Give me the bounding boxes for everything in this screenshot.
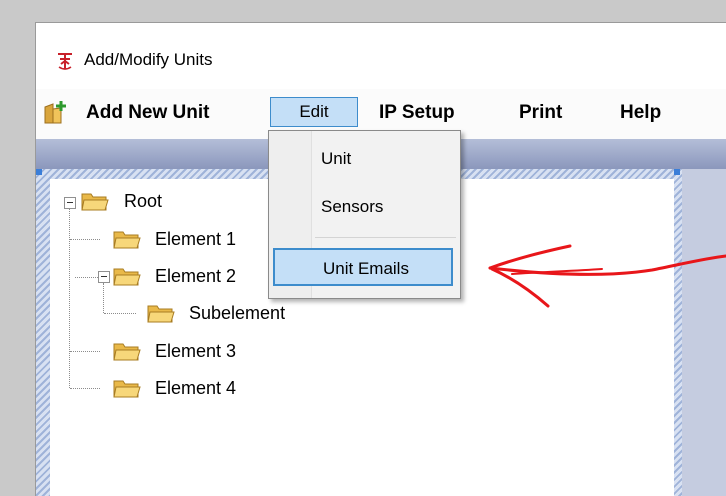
menu-add-new-unit[interactable]: Add New Unit bbox=[86, 101, 210, 125]
folder-icon bbox=[113, 268, 141, 286]
menu-item-unit[interactable]: Unit bbox=[321, 149, 351, 169]
menu-help[interactable]: Help bbox=[620, 101, 661, 125]
resize-handle[interactable] bbox=[674, 169, 680, 175]
edit-dropdown-menu: Unit Sensors Unit Emails bbox=[268, 130, 461, 299]
menu-print[interactable]: Print bbox=[519, 101, 562, 125]
add-unit-icon[interactable] bbox=[42, 99, 68, 125]
annotation-arrow-icon bbox=[488, 244, 726, 308]
app-logo-icon bbox=[58, 53, 72, 70]
folder-icon bbox=[113, 380, 141, 398]
tree-node-element-4[interactable]: Element 4 bbox=[155, 378, 236, 399]
menu-ip-setup[interactable]: IP Setup bbox=[379, 101, 455, 125]
tree-line bbox=[69, 202, 70, 388]
element-2-collapse-toggle[interactable] bbox=[98, 271, 110, 283]
folder-icon bbox=[113, 343, 141, 361]
window-title: Add/Modify Units bbox=[84, 50, 213, 69]
tree-line bbox=[103, 283, 104, 313]
folder-icon bbox=[113, 231, 141, 249]
tree-node-subelement[interactable]: Subelement bbox=[189, 303, 285, 324]
resize-handle[interactable] bbox=[36, 169, 42, 175]
folder-icon bbox=[147, 305, 175, 323]
tree-node-element-2[interactable]: Element 2 bbox=[155, 266, 236, 287]
tree-line bbox=[70, 388, 100, 389]
menu-item-sensors[interactable]: Sensors bbox=[321, 197, 383, 217]
menu-separator bbox=[315, 237, 456, 238]
tree-line bbox=[70, 239, 100, 240]
menu-item-unit-emails[interactable]: Unit Emails bbox=[273, 248, 453, 286]
tree-line bbox=[75, 277, 100, 278]
tree-line bbox=[70, 351, 100, 352]
root-collapse-toggle[interactable] bbox=[64, 197, 76, 209]
tree-node-root[interactable]: Root bbox=[124, 191, 162, 212]
tree-node-element-1[interactable]: Element 1 bbox=[155, 229, 236, 250]
menu-edit[interactable]: Edit bbox=[270, 97, 358, 127]
menu-item-unit-emails-label: Unit Emails bbox=[323, 259, 409, 278]
title-bar: Add/Modify Units bbox=[36, 23, 726, 89]
tree-line bbox=[104, 313, 136, 314]
folder-icon bbox=[81, 193, 109, 211]
tree-node-element-3[interactable]: Element 3 bbox=[155, 341, 236, 362]
